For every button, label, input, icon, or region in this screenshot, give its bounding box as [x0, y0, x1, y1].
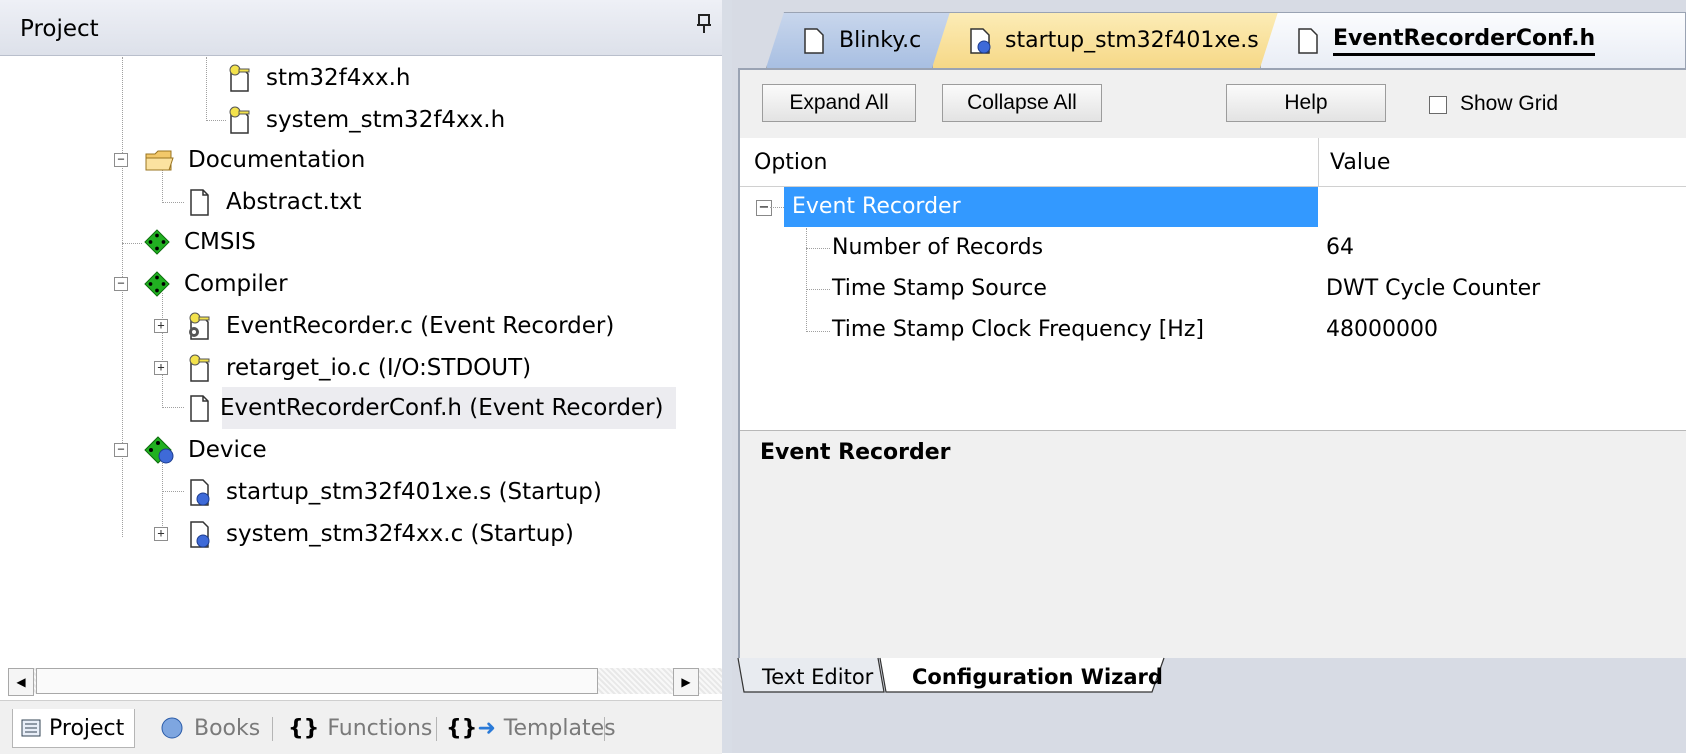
tree-item-label: system_stm32f4xx.c (Startup) [226, 521, 574, 547]
tree-item-label: Device [188, 437, 267, 463]
tab-eventrecorderconf-h[interactable]: EventRecorderConf.h [1260, 12, 1686, 68]
tab-configuration-wizard[interactable]: Configuration Wizard [912, 660, 1163, 694]
startup-file-icon [970, 27, 991, 54]
collapse-icon[interactable]: − [114, 443, 128, 457]
tree-item-label: EventRecorderConf.h (Event Recorder) [220, 395, 664, 421]
gear-key-icon [189, 312, 210, 340]
tree-horizontal-scrollbar[interactable]: ◀ ▶ [8, 668, 723, 696]
tree-item[interactable]: Device [144, 429, 267, 471]
tree-item[interactable]: startup_stm32f401xe.s (Startup) [186, 471, 602, 513]
option-value[interactable]: DWT Cycle Counter [1326, 276, 1540, 301]
project-icon [21, 719, 41, 737]
startup-file-icon [190, 479, 210, 506]
collapse-icon[interactable]: − [756, 200, 772, 216]
tree-item[interactable]: system_stm32f4xx.c (Startup) [186, 513, 574, 555]
help-button[interactable]: Help [1226, 84, 1386, 122]
option-value[interactable]: 48000000 [1326, 317, 1438, 342]
file-icon [190, 189, 209, 216]
tab-label: Templates [503, 715, 616, 741]
option-value[interactable]: 64 [1326, 235, 1354, 260]
tree-item[interactable]: Documentation [144, 139, 365, 181]
tab-label: Books [194, 715, 261, 741]
pin-icon[interactable] [696, 14, 712, 34]
tree-item-label: stm32f4xx.h [266, 65, 411, 91]
project-pane-title: Project [20, 16, 99, 42]
column-header-value: Value [1330, 150, 1391, 175]
column-divider [1318, 138, 1319, 186]
scroll-thumb[interactable] [36, 668, 598, 694]
startup-file-icon [190, 521, 210, 548]
tree-item-label: Compiler [184, 271, 288, 297]
project-pane-header [0, 0, 722, 56]
editor-tab-bar: Blinky.c startup_stm32f401xe.s EventReco… [732, 0, 1686, 68]
scroll-right-icon[interactable]: ▶ [673, 668, 699, 696]
tree-item[interactable]: system_stm32f4xx.h [226, 99, 505, 141]
collapse-icon[interactable]: − [114, 153, 128, 167]
tree-item[interactable]: retarget_io.c (I/O:STDOUT) [186, 347, 531, 389]
tab-label: EventRecorderConf.h [1333, 26, 1596, 56]
tab-text-editor[interactable]: Text Editor [762, 660, 873, 694]
tab-project[interactable]: Project [12, 709, 136, 748]
tab-templates[interactable]: {}➜ Templates [446, 709, 616, 747]
file-icon [190, 395, 209, 422]
folder-icon [145, 150, 174, 171]
books-icon [161, 717, 183, 739]
tree-item-selected[interactable]: EventRecorderConf.h (Event Recorder) [190, 387, 676, 429]
tree-item[interactable]: Compiler [144, 263, 288, 305]
expand-all-button[interactable]: Expand All [762, 84, 916, 122]
description-title: Event Recorder [760, 440, 951, 465]
option-label: Number of Records [832, 235, 1044, 260]
option-group-label: Event Recorder [792, 194, 961, 219]
tab-books[interactable]: Books [158, 709, 260, 747]
component-icon [144, 229, 170, 255]
tree-item-label: EventRecorder.c (Event Recorder) [226, 313, 615, 339]
column-header-option: Option [754, 150, 828, 175]
pane-splitter[interactable] [722, 0, 732, 753]
tab-startup-s[interactable]: startup_stm32f401xe.s [932, 12, 1302, 68]
tree-item[interactable]: Abstract.txt [186, 181, 362, 223]
tab-label: Text Editor [762, 665, 874, 689]
header-key-icon [189, 354, 210, 382]
file-icon [804, 27, 824, 54]
project-tree: stm32f4xx.h system_stm32f4xx.h − Documen… [0, 57, 722, 667]
project-bottom-tabs: Project Books {} Functions {}➜ Templates [0, 700, 722, 754]
expand-icon[interactable]: + [154, 319, 168, 333]
tree-item-label: startup_stm32f401xe.s (Startup) [226, 479, 602, 505]
header-key-icon [229, 106, 250, 134]
show-grid-label: Show Grid [1460, 92, 1559, 115]
tab-label: Functions [327, 715, 433, 741]
collapse-icon[interactable]: − [114, 277, 128, 291]
tree-item[interactable]: CMSIS [144, 221, 256, 263]
tree-item-label: Documentation [188, 147, 366, 173]
scroll-left-icon[interactable]: ◀ [8, 668, 34, 696]
tab-label: Project [49, 715, 125, 741]
tab-label: startup_stm32f401xe.s [1005, 28, 1259, 53]
button-label: Help [1284, 91, 1328, 114]
tree-item-label: CMSIS [184, 229, 256, 255]
option-label: Time Stamp Source [832, 276, 1047, 301]
option-label: Time Stamp Clock Frequency [Hz] [832, 317, 1204, 342]
template-icon: {}➜ [446, 715, 496, 741]
component-icon [144, 271, 170, 297]
file-icon [1298, 27, 1318, 54]
expand-icon[interactable]: + [154, 361, 168, 375]
editor-footer [732, 700, 1686, 753]
collapse-all-button[interactable]: Collapse All [942, 84, 1102, 122]
header-key-icon [229, 64, 250, 92]
tree-item-label: system_stm32f4xx.h [266, 107, 506, 133]
component-blue-icon [144, 436, 174, 464]
tree-item[interactable]: EventRecorder.c (Event Recorder) [186, 305, 614, 347]
tab-functions[interactable]: {} Functions [288, 709, 432, 747]
braces-icon: {} [288, 715, 320, 741]
tree-item-label: Abstract.txt [226, 189, 362, 215]
button-label: Collapse All [967, 91, 1077, 114]
tree-item-label: retarget_io.c (I/O:STDOUT) [226, 355, 532, 381]
tab-label: Configuration Wizard [912, 665, 1163, 689]
tab-label: Blinky.c [839, 28, 922, 53]
button-label: Expand All [789, 91, 889, 114]
expand-icon[interactable]: + [154, 527, 168, 541]
show-grid-checkbox[interactable] [1429, 96, 1447, 114]
tree-item[interactable]: stm32f4xx.h [226, 57, 411, 99]
